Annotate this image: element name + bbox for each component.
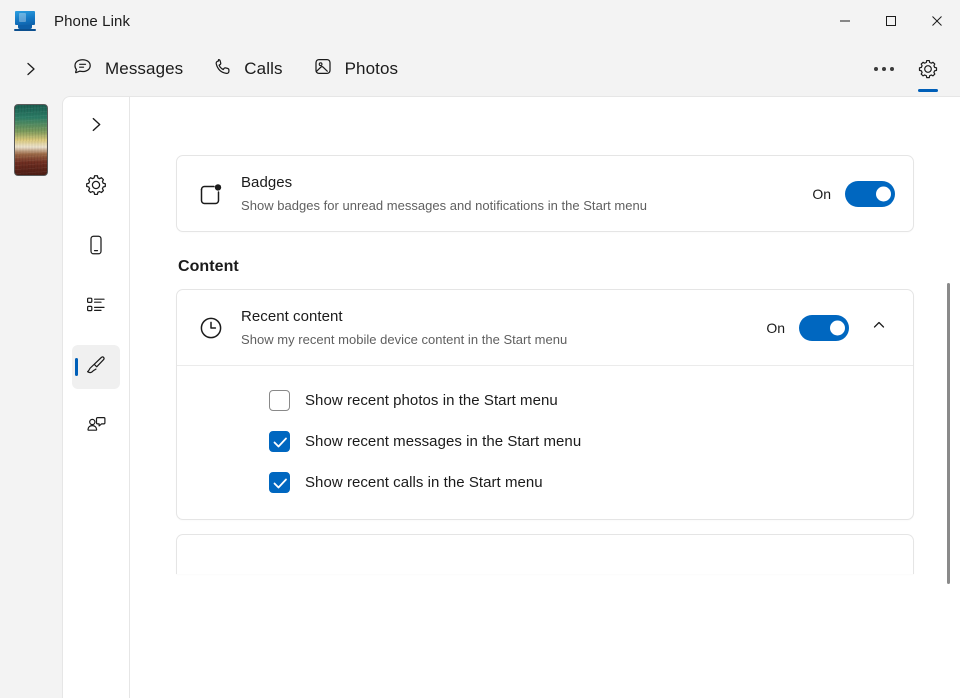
app-title: Phone Link: [54, 13, 130, 30]
device-thumbnail[interactable]: [14, 104, 48, 176]
checkbox-recent-photos[interactable]: [269, 390, 290, 411]
option-recent-calls-label: Show recent calls in the Start menu: [305, 474, 543, 491]
body-region: Badges Show badges for unread messages a…: [0, 96, 960, 698]
feedback-icon: [84, 413, 108, 442]
badges-toggle[interactable]: [845, 181, 895, 207]
badges-control: On: [811, 181, 895, 207]
recent-content-row[interactable]: Recent content Show my recent mobile dev…: [177, 290, 913, 365]
maximize-button[interactable]: [868, 0, 914, 42]
more-options-icon[interactable]: [864, 49, 904, 89]
nav-tabs: Messages Calls Photos: [62, 50, 412, 89]
nav-right-actions: [864, 42, 948, 96]
settings-icon-rail: [62, 96, 130, 698]
nav-bar: Messages Calls Photos: [0, 42, 960, 96]
recent-content-expander[interactable]: [863, 312, 895, 344]
next-setting-card-partial: [176, 534, 914, 574]
minimize-button[interactable]: [822, 0, 868, 42]
list-icon: [84, 293, 108, 322]
chevron-up-icon: [872, 318, 886, 337]
monitor-icon: [14, 10, 36, 32]
phone-icon: [213, 57, 233, 82]
clock-icon: [197, 314, 241, 342]
tab-photos[interactable]: Photos: [303, 50, 413, 88]
scrollbar-thumb[interactable]: [947, 283, 950, 584]
settings-gear-icon[interactable]: [908, 49, 948, 89]
recent-content-texts: Recent content Show my recent mobile dev…: [241, 306, 765, 349]
settings-scroll-content: Badges Show badges for unread messages a…: [130, 97, 960, 698]
brush-icon: [84, 353, 108, 382]
tab-photos-label: Photos: [345, 59, 399, 79]
window-controls: [822, 0, 960, 42]
close-button[interactable]: [914, 0, 960, 42]
rail-item-my-devices[interactable]: [72, 225, 120, 269]
device-strip: [0, 96, 62, 698]
recent-content-toggle[interactable]: [799, 315, 849, 341]
badges-description: Show badges for unread messages and noti…: [241, 196, 691, 215]
option-recent-messages-label: Show recent messages in the Start menu: [305, 433, 581, 450]
checkbox-recent-calls[interactable]: [269, 472, 290, 493]
badges-row[interactable]: Badges Show badges for unread messages a…: [177, 156, 913, 231]
rail-item-general[interactable]: [72, 165, 120, 209]
recent-content-title: Recent content: [241, 306, 749, 327]
recent-content-control: On: [765, 312, 895, 344]
message-icon: [72, 56, 94, 83]
rail-item-features[interactable]: [72, 285, 120, 329]
tab-calls-label: Calls: [244, 59, 282, 79]
checkbox-recent-messages[interactable]: [269, 431, 290, 452]
tab-messages-label: Messages: [105, 59, 183, 79]
badges-card: Badges Show badges for unread messages a…: [176, 155, 914, 232]
phone-device-icon: [84, 233, 108, 262]
badges-texts: Badges Show badges for unread messages a…: [241, 172, 811, 215]
rail-expand[interactable]: [72, 105, 120, 149]
phone-link-window: Phone Link: [0, 0, 960, 698]
title-bar: Phone Link: [0, 0, 960, 42]
option-recent-photos[interactable]: Show recent photos in the Start menu: [177, 380, 913, 421]
settings-main-pane: Badges Show badges for unread messages a…: [130, 96, 960, 698]
tab-messages[interactable]: Messages: [62, 50, 197, 89]
tab-calls[interactable]: Calls: [203, 51, 296, 88]
gear-icon: [84, 173, 108, 202]
rail-item-help-feedback[interactable]: [72, 405, 120, 449]
nav-expand-chevron-right-icon[interactable]: [14, 52, 48, 86]
badge-icon: [197, 180, 241, 208]
option-recent-calls[interactable]: Show recent calls in the Start menu: [177, 462, 913, 503]
option-recent-photos-label: Show recent photos in the Start menu: [305, 392, 558, 409]
badges-toggle-state: On: [811, 186, 831, 202]
recent-content-description: Show my recent mobile device content in …: [241, 330, 691, 349]
chevron-right-icon: [88, 116, 105, 138]
recent-content-toggle-state: On: [765, 320, 785, 336]
recent-content-options: Show recent photos in the Start menu Sho…: [177, 366, 913, 519]
recent-content-card: Recent content Show my recent mobile dev…: [176, 289, 914, 520]
content-section-header: Content: [178, 258, 914, 276]
badges-title: Badges: [241, 172, 795, 193]
photo-icon: [313, 56, 334, 82]
option-recent-messages[interactable]: Show recent messages in the Start menu: [177, 421, 913, 462]
main-scrollbar[interactable]: [944, 97, 954, 698]
rail-item-personalization[interactable]: [72, 345, 120, 389]
